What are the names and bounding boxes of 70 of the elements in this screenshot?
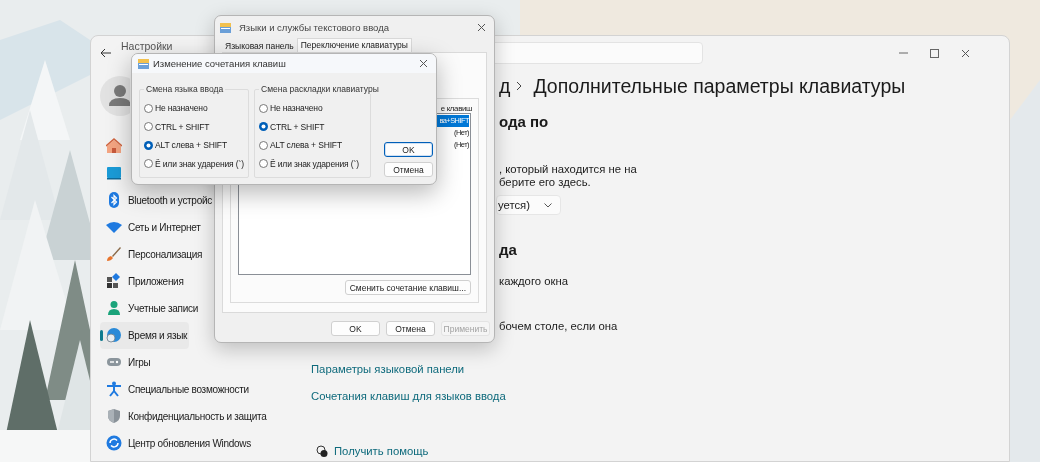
dialog-button[interactable]: Отмена [386, 321, 435, 336]
monitor-icon [106, 165, 122, 181]
brush-icon [106, 246, 122, 262]
dialog-title: Изменение сочетания клавиш [153, 58, 286, 69]
dialog-title: Языки и службы текстового ввода [239, 22, 389, 33]
tab[interactable]: Языковая панель [222, 41, 297, 52]
sidebar-item[interactable]: Время и язык [100, 321, 190, 349]
change-hotkey-button[interactable]: Сменить сочетание клавиш... [344, 280, 471, 295]
sync-icon [106, 435, 122, 451]
sidebar-item[interactable]: Игры [100, 348, 153, 376]
sidebar-item[interactable]: Bluetooth и устройс [100, 186, 214, 214]
radio-button[interactable] [144, 103, 153, 113]
radio-option[interactable]: Не назначено [259, 99, 323, 118]
close-icon [961, 48, 970, 58]
radio-option[interactable]: Ё или знак ударения (`) [259, 154, 359, 173]
checkbox-label: каждого окна [499, 274, 569, 288]
radio-button[interactable] [259, 122, 268, 132]
radio-option[interactable]: CTRL + SHIFT [259, 117, 325, 136]
person-icon [106, 300, 122, 316]
sidebar-item[interactable]: Конфиденциальность и защита [100, 402, 269, 430]
checkbox-label: бочем столе, если она [499, 319, 619, 333]
dialog-button[interactable]: Отмена [384, 162, 433, 177]
page-title: Дополнительные параметры клавиатуры [533, 74, 906, 98]
apps-icon [106, 273, 122, 289]
radio-button[interactable] [259, 159, 268, 169]
section-heading: ода по [499, 112, 550, 132]
app-title: Настройки [121, 41, 173, 52]
radio-option[interactable]: Ё или знак ударения (`) [144, 154, 244, 173]
tab[interactable]: Переключение клавиатуры [296, 38, 412, 52]
chevron-icon [516, 81, 523, 91]
close-icon[interactable] [477, 23, 486, 32]
radio-option[interactable]: Не назначено [144, 99, 208, 118]
accessibility-icon [106, 381, 122, 397]
radio-option[interactable]: CTRL + SHIFT [144, 117, 210, 136]
radio-button[interactable] [144, 159, 153, 169]
sidebar-item[interactable]: Персонализация [100, 240, 205, 268]
maximize-icon [930, 48, 939, 58]
globe-icon [106, 327, 122, 343]
wifi-icon [106, 219, 122, 235]
close-icon[interactable] [419, 59, 428, 68]
back-arrow-icon [100, 48, 112, 58]
dialog-button[interactable]: OK [331, 321, 380, 336]
home-icon [106, 138, 122, 154]
dropdown[interactable]: уется) [496, 195, 561, 215]
breadcrumb-link[interactable]: д [499, 74, 511, 98]
description-text: , который находится не на [499, 162, 638, 176]
radio-option[interactable]: ALT слева + SHIFT [144, 136, 227, 155]
sidebar-item[interactable]: Учетные записи [100, 294, 200, 322]
app-icon [138, 58, 149, 69]
description-text: берите его здесь. [499, 175, 592, 189]
app-icon [220, 22, 231, 33]
chevron-down-icon [544, 202, 552, 208]
group-label: Смена языка ввода [145, 84, 225, 94]
bluetooth-icon [106, 192, 122, 208]
radio-option[interactable]: ALT слева + SHIFT [259, 136, 342, 155]
settings-link[interactable]: Сочетания клавиш для языков ввода [311, 389, 906, 403]
radio-button[interactable] [259, 103, 268, 113]
shield-icon [106, 408, 122, 424]
settings-link[interactable]: Параметры языковой панели [311, 362, 906, 376]
sidebar-item[interactable]: Сеть и Интернет [100, 213, 203, 241]
dialog-button[interactable]: OK [384, 142, 433, 157]
group-label: Смена раскладки клавиатуры [260, 84, 380, 94]
help-link[interactable]: Получить помощь [334, 444, 429, 458]
radio-button[interactable] [259, 140, 268, 150]
sidebar-item[interactable]: Центр обновления Windows [100, 429, 253, 457]
radio-button[interactable] [144, 122, 153, 132]
sidebar-item[interactable]: Приложения [100, 267, 186, 295]
radio-button[interactable] [144, 140, 153, 150]
section-heading: да [499, 240, 518, 260]
sidebar-item[interactable]: Специальные возможности [100, 375, 251, 403]
